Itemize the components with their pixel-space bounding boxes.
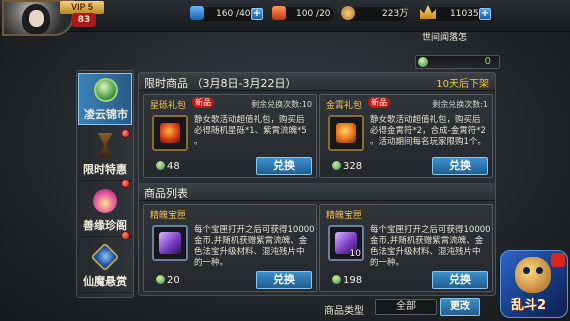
- sidebar-item-label: 凌云锦市: [84, 108, 128, 121]
- price-value: 48: [167, 161, 180, 172]
- desc-line: 每个宝匣打开之后可获得10000: [194, 225, 315, 235]
- jade-coin-icon: [94, 78, 118, 102]
- limited-section-header: 限时商品 （3月8日-3月22日） 10天后下架: [139, 73, 495, 91]
- jade-currency-value: 0: [484, 56, 491, 67]
- desc-line: 色法宝升级材料、混沌残片中: [194, 247, 305, 257]
- item-description: 每个宝匣打开之后可获得10000 金币,并随机获赠紫霄流魄、金 色法宝升级材料、…: [194, 225, 315, 269]
- gold-plus-button[interactable]: +: [479, 8, 491, 20]
- sidebar-item-bounty[interactable]: 仙魔悬赏: [78, 241, 132, 293]
- product-type-select[interactable]: 全部: [375, 299, 437, 315]
- desc-line: 。活动期间每名玩家限购1个。: [370, 137, 486, 147]
- gift-pack-icon: [160, 123, 180, 143]
- notification-dot: [121, 179, 130, 188]
- desc-line: 必得随机星砾*1、紫霄流魄*5: [194, 126, 307, 136]
- item-price: 20: [156, 275, 180, 286]
- limited-dates: （3月8日-3月22日）: [191, 77, 297, 90]
- new-badge: 新品: [192, 97, 214, 108]
- product-list-title: 商品列表: [144, 187, 188, 200]
- price-value: 198: [343, 275, 363, 286]
- shop-sidebar: 凌云锦市 限时特惠 善缘珍阁 仙魔悬赏: [76, 70, 134, 298]
- item-name: 精魄宝匣: [326, 211, 363, 221]
- player-level-badge: 83: [72, 13, 96, 27]
- desc-line: 每个宝匣打开之后可获得10000: [370, 225, 491, 235]
- item-name: 金霄礼包: [326, 101, 363, 111]
- jade-coin-icon: [332, 161, 341, 170]
- location-label: 世间闻落怎: [422, 33, 468, 43]
- desc-line: 金币,并随机获赠紫霄流魄、金: [370, 236, 484, 246]
- product-item-card[interactable]: 精魄宝匣 每个宝匣打开之后可获得10000 金币,并随机获赠紫霄流魄、金 色法宝…: [143, 204, 317, 292]
- sidebar-item-label: 限时特惠: [83, 163, 127, 176]
- product-type-label: 商品类型: [324, 306, 364, 317]
- notification-dot: [121, 231, 130, 240]
- game-logo[interactable]: 乱斗2: [500, 250, 568, 318]
- limited-title: 限时商品: [144, 77, 188, 90]
- limited-item-card[interactable]: 星砾礼包 新品 剩余兑换次数:10 静女歌活动超值礼包，购买后 必得随机星砾*1…: [143, 94, 317, 178]
- limited-item-card[interactable]: 金霄礼包 新品 剩余兑换次数:1 静女歌活动超值礼包，购买后 必得金霄符*2，合…: [319, 94, 493, 178]
- demon-mask-icon: [90, 242, 120, 272]
- price-value: 328: [343, 161, 363, 172]
- desc-line: 色法宝升级材料、混沌残片中: [370, 247, 481, 257]
- item-description: 每个宝匣打开之后可获得10000 金币,并随机获赠紫霄流魄、金 色法宝升级材料、…: [370, 225, 491, 269]
- desc-line: 静女歌活动超值礼包，购买后: [194, 115, 305, 125]
- exchange-button[interactable]: 兑换: [256, 271, 312, 289]
- item-thumbnail[interactable]: [152, 225, 188, 261]
- item-price: 328: [332, 161, 362, 172]
- price-value: 20: [167, 275, 180, 286]
- exchange-button[interactable]: 兑换: [432, 157, 488, 175]
- item-thumbnail[interactable]: [328, 115, 364, 151]
- product-list-header: 商品列表: [139, 183, 495, 201]
- gold-value: 11035: [450, 9, 479, 19]
- jade-coin-icon: [418, 57, 428, 67]
- sidebar-item-label: 仙魔悬赏: [83, 275, 127, 288]
- limited-section-title: 限时商品 （3月8日-3月22日）: [144, 75, 296, 91]
- remaining-count: 剩余兑换次数:1: [432, 100, 488, 109]
- exchange-button[interactable]: 兑换: [432, 271, 488, 289]
- stamina-plus-button[interactable]: +: [251, 8, 263, 20]
- shop-main-panel: 限时商品 （3月8日-3月22日） 10天后下架 星砾礼包 新品 剩余兑换次数:…: [138, 72, 496, 296]
- item-description: 静女歌活动超值礼包，购买后 必得金霄符*2，合成-金霄符*2 。活动期间每名玩家…: [370, 115, 486, 148]
- desc-line: 。: [194, 137, 203, 147]
- item-thumbnail[interactable]: 10: [328, 225, 364, 261]
- desc-line: 的一种。: [370, 258, 405, 268]
- monkey-face-icon: [515, 257, 551, 293]
- jade-coin-icon: [156, 161, 165, 170]
- copper-value: 223万: [382, 9, 409, 19]
- gift-pack-icon: [336, 123, 356, 143]
- new-badge: 新品: [368, 97, 390, 108]
- sidebar-item-jade-market[interactable]: 凌云锦市: [78, 73, 132, 125]
- item-price: 48: [156, 161, 180, 172]
- lotus-icon: [93, 189, 117, 213]
- exchange-button[interactable]: 兑换: [256, 157, 312, 175]
- jade-currency-strip: 0: [415, 55, 500, 69]
- jade-coin-icon: [156, 275, 165, 284]
- item-thumbnail[interactable]: [152, 115, 188, 151]
- item-description: 静女歌活动超值礼包，购买后 必得随机星砾*1、紫霄流魄*5 。: [194, 115, 307, 148]
- desc-line: 的一种。: [194, 258, 229, 268]
- stamina-value: 160 /40: [216, 9, 251, 19]
- energy-value: 100 /20: [296, 9, 331, 19]
- item-name: 精魄宝匣: [150, 211, 187, 221]
- limited-countdown: 10天后下架: [436, 79, 489, 90]
- treasure-box-icon: [159, 232, 181, 254]
- stamina-icon: [190, 6, 204, 20]
- copper-coin-icon: [341, 6, 355, 20]
- desc-line: 静女歌活动超值礼包，购买后: [370, 115, 481, 125]
- desc-line: 必得金霄符*2，合成-金霄符*2: [370, 126, 486, 136]
- logo-eye: [536, 267, 543, 274]
- jade-coin-icon: [332, 275, 341, 284]
- item-quantity: 10: [349, 249, 361, 259]
- hourglass-icon: [97, 133, 113, 157]
- change-filter-button[interactable]: 更改: [440, 298, 480, 316]
- sidebar-item-charity-pavilion[interactable]: 善缘珍阁: [78, 185, 132, 237]
- notification-dot: [121, 129, 130, 138]
- product-item-card[interactable]: 精魄宝匣 10 每个宝匣打开之后可获得10000 金币,并随机获赠紫霄流魄、金 …: [319, 204, 493, 292]
- publisher-mark-icon: [551, 253, 565, 267]
- logo-eye: [523, 267, 530, 274]
- energy-icon: [272, 6, 286, 20]
- desc-line: 金币,并随机获赠紫霄流魄、金: [194, 236, 308, 246]
- item-name: 星砾礼包: [150, 101, 187, 111]
- item-price: 198: [332, 275, 362, 286]
- logo-title: 乱斗2: [511, 298, 547, 313]
- remaining-count: 剩余兑换次数:10: [251, 100, 312, 109]
